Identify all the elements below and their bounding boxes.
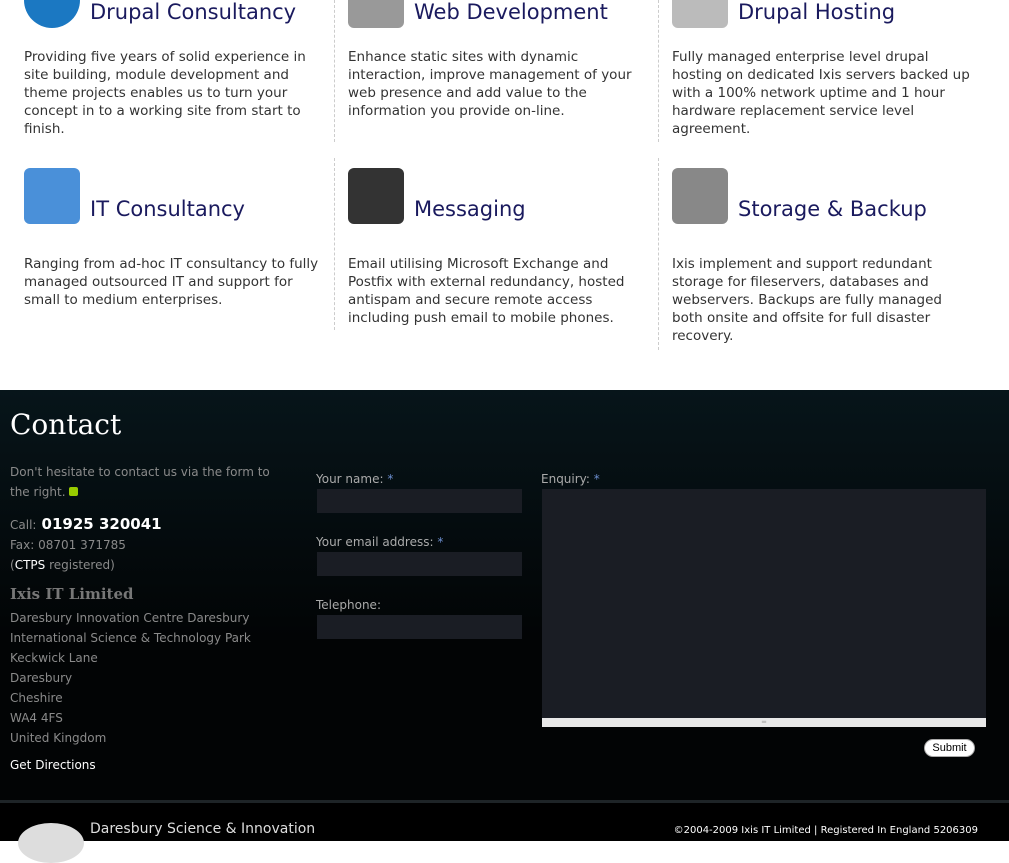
address-line: International Science & Technology Park (10, 631, 251, 645)
service-description: Ixis implement and support redundant sto… (672, 256, 942, 344)
name-label: Your name: * (316, 472, 393, 486)
partner-name[interactable]: Daresbury Science & Innovation (90, 821, 315, 837)
address-line: Daresbury Innovation Centre Daresbury (10, 611, 250, 625)
mouse-icon (348, 0, 404, 28)
required-mark: * (437, 535, 444, 549)
divider (658, 0, 659, 142)
telephone-input[interactable] (317, 615, 522, 639)
storage-rack-icon (672, 168, 728, 224)
company-name: Ixis IT Limited (10, 585, 134, 603)
footer: Daresbury Science & Innovation ©2004-200… (0, 800, 1009, 863)
service-description: Fully managed enterprise level drupal ho… (672, 49, 970, 137)
ctps-note: (CTPS registered) (10, 558, 115, 572)
call-label: Call: (10, 518, 37, 532)
fax-number: Fax: 08701 371785 (10, 538, 126, 552)
address-line: Daresbury (10, 671, 73, 685)
enquiry-textarea[interactable] (542, 489, 986, 718)
ctps-post: registered) (45, 558, 115, 572)
address-line: United Kingdom (10, 731, 107, 745)
telephone-label: Telephone: (316, 598, 381, 612)
copyright: ©2004-2009 Ixis IT Limited | Registered … (673, 825, 978, 836)
service-title[interactable]: IT Consultancy (90, 197, 245, 221)
address-line: Cheshire (10, 691, 63, 705)
get-directions-link[interactable]: Get Directions (10, 758, 96, 772)
phone-line: Call: 01925 320041 (10, 514, 162, 533)
service-description: Ranging from ad-hoc IT consultancy to fu… (24, 256, 319, 308)
required-mark: * (387, 472, 394, 486)
contact-title: Contact (10, 408, 122, 441)
daresbury-logo-icon (18, 823, 84, 863)
divider (658, 158, 659, 350)
textarea-resize-grip[interactable]: ═ (542, 718, 986, 727)
service-title[interactable]: Drupal Hosting (738, 0, 895, 24)
divider (334, 158, 335, 330)
service-description: Enhance static sites with dynamic intera… (348, 49, 632, 119)
imac-icon (24, 168, 80, 224)
email-input[interactable] (317, 552, 522, 576)
service-title[interactable]: Drupal Consultancy (90, 0, 296, 24)
divider (334, 0, 335, 142)
intro-text: Don't hesitate to contact us via the for… (10, 465, 270, 499)
service-description: Providing five years of solid experience… (24, 49, 306, 137)
chat-icon (69, 487, 79, 496)
address-line: WA4 4FS (10, 711, 63, 725)
required-mark: * (593, 472, 600, 486)
enquiry-label: Enquiry: * (541, 472, 600, 486)
service-title[interactable]: Storage & Backup (738, 197, 927, 221)
submit-button[interactable]: Submit (924, 739, 975, 757)
label-text: Enquiry: (541, 472, 590, 486)
phone-exchange-icon (348, 168, 404, 224)
contact-section: Contact Don't hesitate to contact us via… (0, 390, 1009, 800)
server-icon (672, 0, 728, 28)
drupal-icon (24, 0, 80, 28)
service-title[interactable]: Web Development (414, 0, 608, 24)
contact-intro: Don't hesitate to contact us via the for… (10, 462, 270, 502)
phone-number[interactable]: 01925 320041 (42, 515, 162, 533)
label-text: Your email address: (316, 535, 434, 549)
address-line: Keckwick Lane (10, 651, 98, 665)
email-label: Your email address: * (316, 535, 443, 549)
service-title[interactable]: Messaging (414, 197, 526, 221)
service-description: Email utilising Microsoft Exchange and P… (348, 256, 625, 326)
label-text: Your name: (316, 472, 384, 486)
ctps: CTPS (14, 558, 46, 572)
address: Daresbury Innovation Centre Daresbury Int… (10, 608, 251, 748)
name-input[interactable] (317, 489, 522, 513)
